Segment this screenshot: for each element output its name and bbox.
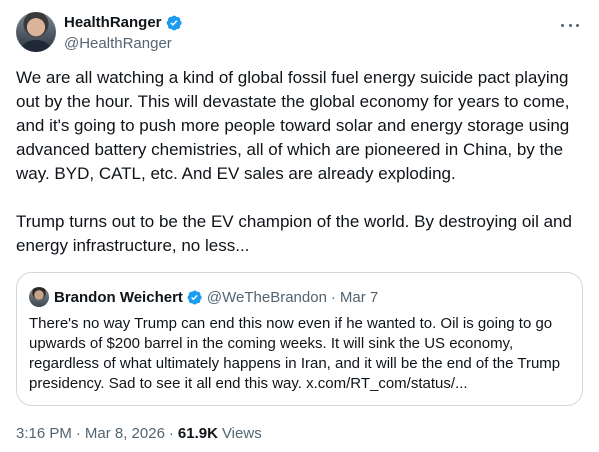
quoted-tweet-card[interactable]: Brandon Weichert @WeTheBrandon · Mar 7 T… bbox=[16, 272, 583, 406]
quoted-separator: · bbox=[330, 288, 336, 306]
author-avatar[interactable] bbox=[16, 12, 56, 52]
quoted-date: Mar 7 bbox=[339, 288, 379, 306]
more-dot bbox=[561, 23, 564, 27]
tweet-meta: 3:16 PM · Mar 8, 2026 · 61.9K Views bbox=[16, 424, 262, 444]
more-dot bbox=[576, 23, 579, 27]
tweet-text: We are all watching a kind of global fos… bbox=[16, 66, 586, 258]
tweet-date[interactable]: Mar 8, 2026 bbox=[85, 424, 165, 444]
views-count: 61.9K bbox=[177, 425, 218, 442]
quoted-author-handle: @WeTheBrandon bbox=[206, 288, 327, 306]
more-options-icon[interactable] bbox=[561, 16, 579, 34]
tweet-paragraph: We are all watching a kind of global fos… bbox=[16, 68, 570, 183]
tweet-time[interactable]: 3:16 PM bbox=[16, 424, 72, 444]
meta-separator: · bbox=[75, 425, 81, 442]
author-display-name[interactable]: HealthRanger bbox=[64, 13, 162, 33]
verified-badge-icon bbox=[166, 15, 182, 31]
quoted-author-display-name: Brandon Weichert bbox=[54, 288, 183, 306]
author-name-row: HealthRanger bbox=[64, 13, 183, 33]
author-block: HealthRanger @HealthRanger bbox=[64, 13, 183, 54]
tweet-paragraph: Trump turns out to be the EV champion of… bbox=[16, 212, 572, 255]
verified-badge-icon bbox=[187, 290, 202, 304]
more-dot bbox=[568, 23, 572, 27]
quoted-author-avatar bbox=[29, 287, 49, 307]
author-handle[interactable]: @HealthRanger bbox=[64, 34, 183, 54]
quoted-tweet-header: Brandon Weichert @WeTheBrandon · Mar 7 bbox=[29, 287, 570, 307]
meta-separator: · bbox=[168, 425, 174, 442]
views-label: Views bbox=[221, 425, 262, 442]
quoted-tweet-text: There's no way Trump can end this now ev… bbox=[29, 315, 561, 392]
